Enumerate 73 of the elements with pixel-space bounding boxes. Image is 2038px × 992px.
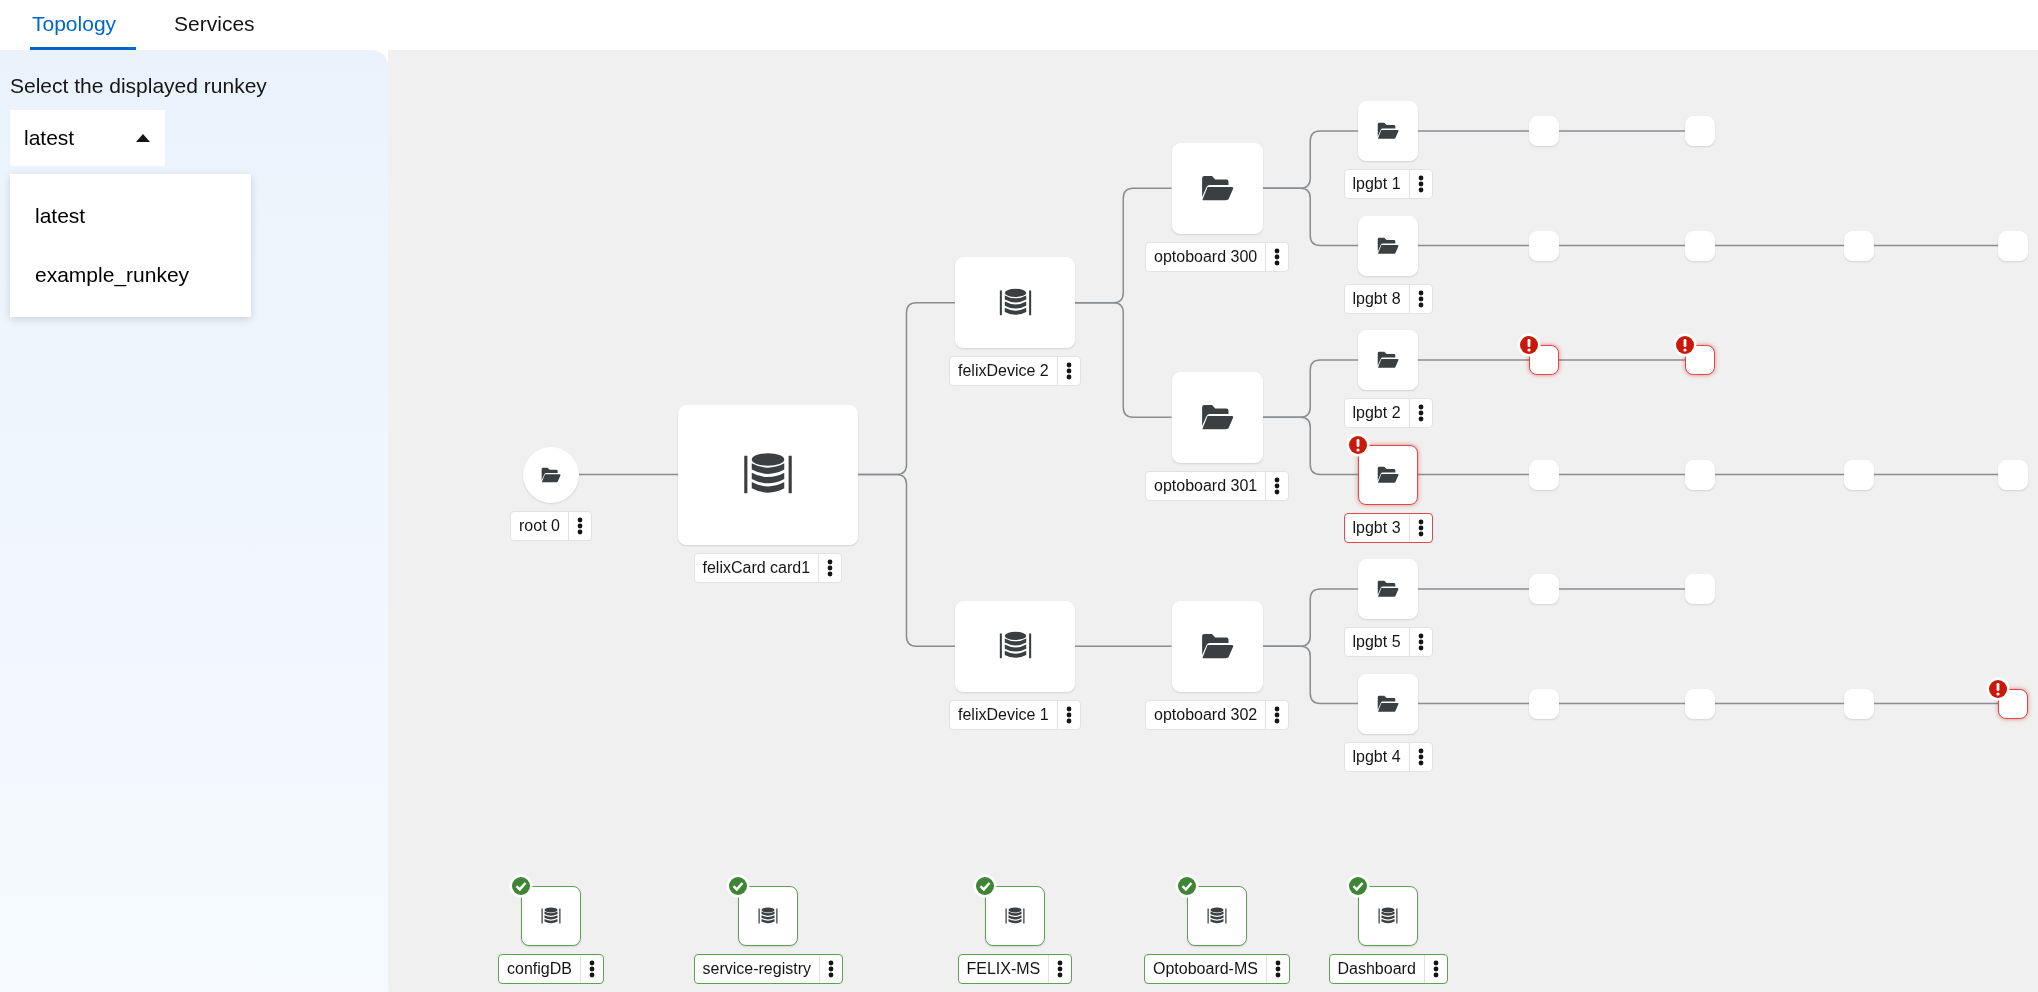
kebab-icon <box>1417 633 1424 651</box>
folder-icon <box>1377 236 1399 255</box>
kebab-icon <box>576 516 583 535</box>
error-icon <box>1673 333 1697 357</box>
node-name: root 0 <box>518 515 561 536</box>
success-icon <box>1175 874 1199 898</box>
kebab-icon <box>1417 289 1424 308</box>
node-name: felixCard card1 <box>701 557 812 578</box>
topology-node[interactable] <box>521 886 581 946</box>
node-name: lpgbt 1 <box>1351 174 1402 194</box>
runkey-dropdown[interactable]: latest <box>10 109 165 166</box>
database-icon <box>1005 907 1025 925</box>
folder-icon <box>1377 465 1399 484</box>
kebab-icon <box>1417 175 1424 193</box>
topology-node[interactable] <box>985 886 1045 946</box>
kebab-icon <box>1057 960 1064 978</box>
kebab-icon <box>827 960 834 978</box>
database-icon <box>1378 907 1398 925</box>
error-icon <box>1986 676 2010 701</box>
folder-icon <box>541 466 561 483</box>
kebab-icon <box>1274 247 1281 266</box>
database-icon <box>758 907 778 925</box>
success-icon <box>726 874 750 898</box>
caret-icon <box>135 132 151 143</box>
node-name: felixDevice 1 <box>957 704 1050 725</box>
folder-icon <box>1377 694 1399 713</box>
node-name: lpgbt 2 <box>1351 403 1402 423</box>
node-name: Dashboard <box>1336 959 1417 979</box>
node-name: configDB <box>506 959 573 979</box>
node-name: optoboard 300 <box>1153 246 1259 267</box>
kebab-icon <box>1432 960 1439 978</box>
kebab-icon <box>1417 404 1424 422</box>
success-icon <box>973 874 997 898</box>
kebab-icon <box>1417 747 1424 766</box>
node-name: lpgbt 4 <box>1351 746 1402 767</box>
node-name: lpgbt 5 <box>1351 632 1402 652</box>
database-icon <box>541 907 561 925</box>
kebab-icon <box>1065 705 1072 724</box>
topology-node[interactable] <box>1358 444 1418 505</box>
kebab-icon <box>1274 705 1281 724</box>
folder-icon <box>1200 404 1234 431</box>
kebab-icon <box>1065 362 1072 381</box>
folder-icon <box>1377 580 1399 598</box>
node-name: Optoboard-MS <box>1152 959 1259 979</box>
node-name: optoboard 301 <box>1153 475 1259 496</box>
database-icon <box>1207 907 1227 925</box>
select-label: Select the displayed runkey <box>10 73 268 99</box>
database-icon <box>998 287 1032 318</box>
success-icon <box>1346 874 1370 898</box>
node-name: service-registry <box>701 959 812 979</box>
node-name: optoboard 302 <box>1153 704 1259 725</box>
kebab-icon <box>1417 518 1424 537</box>
dropdown-item[interactable]: example_runkey <box>10 245 251 305</box>
node-name: lpgbt 3 <box>1351 517 1402 538</box>
node-name: FELIX-MS <box>965 959 1042 979</box>
tab[interactable]: Services <box>172 0 275 50</box>
kebab-icon <box>1274 476 1281 495</box>
topology-node[interactable] <box>1187 886 1247 946</box>
folder-icon <box>1200 633 1234 660</box>
kebab-icon <box>827 558 834 577</box>
node-name: lpgbt 8 <box>1351 288 1402 309</box>
success-icon <box>509 874 533 898</box>
topology-node[interactable] <box>738 886 798 946</box>
kebab-icon <box>588 960 595 978</box>
error-icon <box>1517 333 1541 357</box>
folder-icon <box>1377 351 1399 369</box>
folder-icon <box>1377 122 1399 140</box>
dropdown-item[interactable]: latest <box>10 185 251 245</box>
kebab-icon <box>1274 960 1281 978</box>
error-icon <box>1346 432 1370 457</box>
node-name: felixDevice 2 <box>957 361 1050 382</box>
topology-node[interactable] <box>1358 886 1418 946</box>
folder-icon <box>1200 175 1234 202</box>
